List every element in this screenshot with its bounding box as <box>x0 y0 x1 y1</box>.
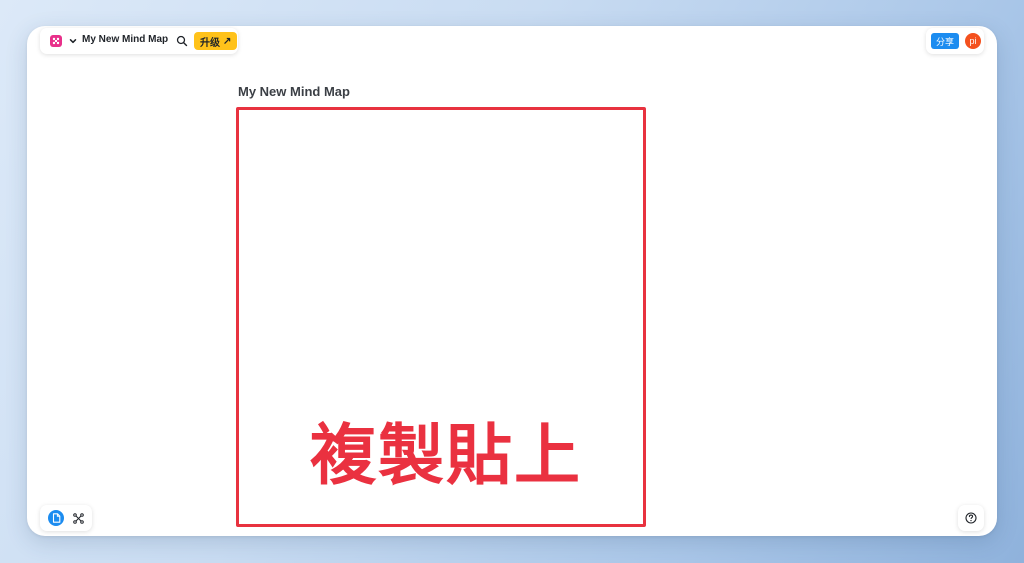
upgrade-button[interactable]: 升级 ↗ <box>194 32 238 50</box>
chevron-down-icon[interactable] <box>68 36 78 46</box>
document-title[interactable]: My New Mind Map <box>82 34 168 45</box>
top-left-toolbar: My New Mind Map 升级 ↗ <box>40 28 238 54</box>
view-switcher <box>40 505 92 531</box>
top-right-toolbar: 分享 pi <box>926 28 984 54</box>
help-icon <box>965 512 977 524</box>
search-icon[interactable] <box>176 35 188 47</box>
mind-map-title[interactable]: My New Mind Map <box>238 84 350 99</box>
arrow-up-right-icon: ↗ <box>223 35 232 47</box>
document-icon <box>52 513 60 523</box>
mindmap-icon <box>72 512 84 524</box>
help-button[interactable] <box>958 505 984 531</box>
app-window: My New Mind Map 升级 ↗ 分享 pi My New Mind M… <box>27 26 997 536</box>
upgrade-label: 升级 <box>200 37 220 49</box>
share-button[interactable]: 分享 <box>931 33 960 49</box>
avatar[interactable]: pi <box>965 33 981 49</box>
mindmap-view-button[interactable] <box>70 510 86 526</box>
app-logo-icon[interactable] <box>50 35 62 47</box>
document-view-button[interactable] <box>48 510 64 526</box>
overlay-caption: 複製貼上 <box>310 418 582 492</box>
